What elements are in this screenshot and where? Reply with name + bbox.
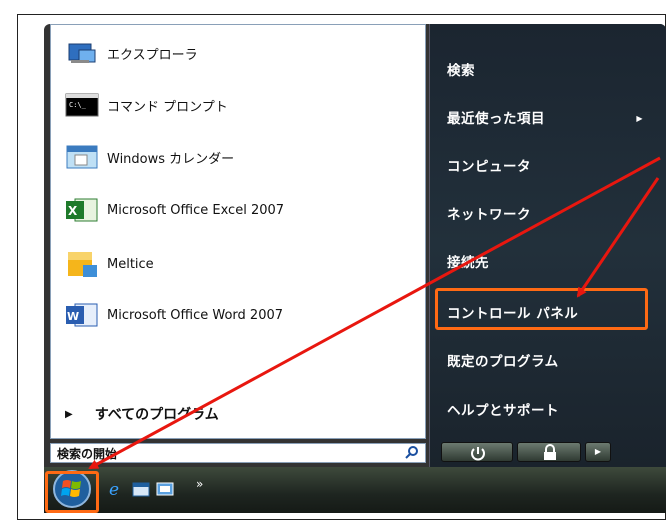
taskbar: e » bbox=[44, 467, 666, 513]
menu-item-label: 接続先 bbox=[447, 255, 489, 271]
word-icon: W bbox=[65, 300, 99, 330]
lock-button[interactable] bbox=[517, 442, 581, 462]
menu-item-label: 最近使った項目 bbox=[447, 111, 545, 127]
program-item-excel[interactable]: X Microsoft Office Excel 2007 bbox=[65, 188, 284, 232]
arrow-right-icon: ▶ bbox=[65, 408, 73, 420]
meltice-icon bbox=[65, 249, 99, 279]
excel-icon: X bbox=[65, 195, 99, 225]
start-button-highlight bbox=[45, 471, 99, 513]
menu-item-label: コンピュータ bbox=[447, 159, 531, 175]
power-button[interactable] bbox=[441, 442, 513, 462]
program-label: Microsoft Office Excel 2007 bbox=[107, 202, 285, 218]
lock-icon bbox=[544, 444, 556, 460]
submenu-arrow-icon: ▶ bbox=[636, 114, 643, 123]
menu-item-search[interactable]: 検索 bbox=[447, 56, 475, 86]
svg-text:X: X bbox=[68, 204, 78, 218]
program-item-calendar[interactable]: Windows カレンダー bbox=[65, 135, 234, 179]
all-programs-label: すべてのプログラム bbox=[94, 407, 219, 423]
program-item-explorer[interactable]: エクスプローラ bbox=[65, 31, 198, 75]
svg-text:W: W bbox=[67, 310, 79, 323]
program-label: コマンド プロンプト bbox=[107, 99, 228, 115]
programs-panel: エクスプローラ C:\_ コマンド プロンプト Windows カレンダー X … bbox=[50, 24, 426, 439]
program-item-meltice[interactable]: Meltice bbox=[65, 242, 154, 286]
program-label: Microsoft Office Word 2007 bbox=[107, 307, 284, 323]
program-label: エクスプローラ bbox=[107, 47, 198, 63]
menu-item-connect-to[interactable]: 接続先 bbox=[447, 248, 489, 278]
control-panel-highlight bbox=[435, 288, 648, 330]
program-item-command-prompt[interactable]: C:\_ コマンド プロンプト bbox=[65, 83, 228, 127]
program-item-word[interactable]: W Microsoft Office Word 2007 bbox=[65, 293, 283, 337]
menu-item-help-support[interactable]: ヘルプとサポート bbox=[447, 396, 559, 426]
quick-launch-overflow-button[interactable]: » bbox=[196, 477, 203, 491]
start-menu: エクスプローラ C:\_ コマンド プロンプト Windows カレンダー X … bbox=[44, 24, 666, 467]
power-icon bbox=[471, 447, 485, 461]
program-label: Windows カレンダー bbox=[107, 151, 235, 167]
menu-item-label: ヘルプとサポート bbox=[447, 403, 559, 419]
right-panel: 検索 最近使った項目 ▶ コンピュータ ネットワーク 接続先 コントロール パネ… bbox=[429, 24, 666, 467]
menu-item-label: 既定のプログラム bbox=[447, 354, 559, 370]
search-placeholder: 検索の開始 bbox=[57, 447, 118, 461]
menu-item-default-programs[interactable]: 既定のプログラム bbox=[447, 347, 559, 377]
show-desktop-icon[interactable] bbox=[156, 480, 174, 498]
search-input[interactable]: 検索の開始 bbox=[50, 443, 426, 463]
menu-item-network[interactable]: ネットワーク bbox=[447, 200, 531, 230]
command-prompt-icon: C:\_ bbox=[65, 90, 99, 120]
calendar-icon bbox=[65, 142, 99, 172]
shutdown-options-button[interactable]: ▶ bbox=[585, 442, 611, 462]
internet-explorer-icon[interactable]: e bbox=[108, 480, 126, 498]
menu-item-label: ネットワーク bbox=[447, 207, 531, 223]
program-label: Meltice bbox=[107, 256, 154, 272]
windows-explorer-icon[interactable] bbox=[132, 480, 150, 498]
svg-text:e: e bbox=[109, 480, 119, 498]
menu-item-recent[interactable]: 最近使った項目 ▶ bbox=[447, 104, 643, 134]
all-programs-button[interactable]: ▶ すべてのプログラム bbox=[65, 403, 219, 425]
explorer-icon bbox=[65, 38, 99, 68]
menu-item-label: 検索 bbox=[447, 63, 475, 79]
quick-launch: e » bbox=[108, 477, 203, 501]
menu-item-computer[interactable]: コンピュータ bbox=[447, 152, 531, 182]
power-controls: ▶ bbox=[441, 442, 611, 462]
svg-text:C:\_: C:\_ bbox=[69, 101, 87, 109]
arrow-right-icon: ▶ bbox=[594, 447, 602, 456]
search-icon bbox=[405, 445, 419, 462]
